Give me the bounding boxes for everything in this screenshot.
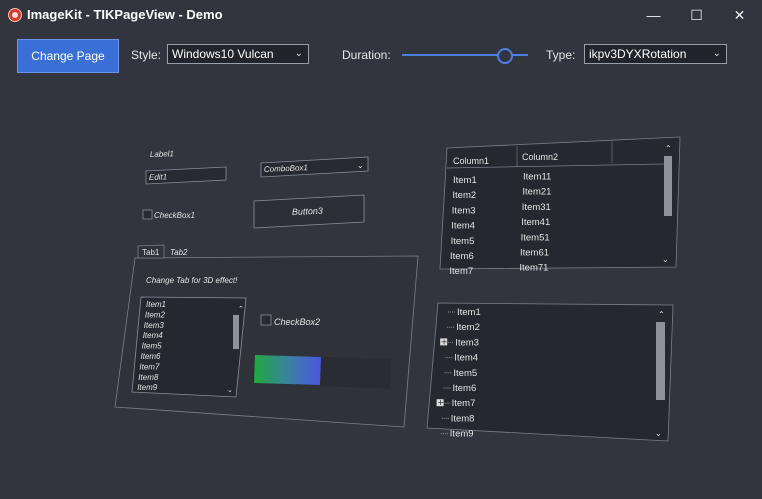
button3-label: Button3 (292, 206, 323, 217)
grid-cell: Item3 (452, 205, 476, 216)
grid-cell: Item6 (450, 251, 474, 262)
grid-cell: Item2 (452, 190, 476, 201)
plus-glyph: + (441, 337, 448, 346)
grid-column-header-1[interactable]: Column1 (453, 156, 489, 166)
listbox-item: Item6 (141, 352, 162, 361)
tree-node-label: Item3 (455, 337, 479, 348)
tree-node-label: Item7 (452, 398, 476, 409)
listbox-item: Item7 (139, 362, 160, 371)
chevron-up-icon[interactable]: ⌃ (658, 310, 665, 319)
checkbox1-box[interactable] (142, 209, 153, 220)
page-view-3d: Label1 Edit1 ComboBox1 ⌄ CheckBox1 Butto… (114, 136, 681, 442)
grid-cell: Item41 (521, 217, 550, 228)
listbox-item: Item3 (144, 321, 165, 330)
plus-glyph: + (437, 398, 444, 407)
grid-cell: Item5 (451, 236, 475, 247)
edit1-value: Edit1 (149, 172, 168, 182)
listbox-item: Item8 (138, 373, 159, 382)
checkbox2-label: CheckBox2 (274, 317, 320, 327)
grid-scrollbar-thumb[interactable] (664, 156, 672, 216)
listbox-item: Item2 (145, 310, 166, 319)
tab-1-label: Tab1 (142, 248, 160, 257)
listbox-item: Item1 (146, 300, 166, 309)
chevron-down-icon[interactable]: ⌄ (662, 255, 669, 264)
chevron-up-icon[interactable]: ⌃ (665, 144, 672, 153)
grid-cell: Item31 (522, 202, 551, 213)
tree-scrollbar-thumb[interactable] (656, 322, 665, 400)
chevron-down-icon[interactable]: ⌄ (227, 387, 233, 394)
grid-cell: Item71 (519, 263, 548, 274)
grid-cell: Item4 (451, 221, 475, 232)
grid-cell: Item11 (523, 172, 551, 183)
tree-node-label: Item5 (453, 368, 477, 379)
tree-node-label: Item4 (454, 353, 478, 364)
chevron-down-icon: ⌄ (357, 161, 364, 170)
chevron-down-icon[interactable]: ⌄ (655, 429, 662, 438)
tree-node-label: Item1 (457, 307, 481, 318)
checkbox1-label: CheckBox1 (154, 211, 195, 220)
listbox-item: Item5 (142, 342, 163, 351)
tree-node-label: Item2 (456, 322, 480, 333)
grid-column-header-2[interactable]: Column2 (522, 152, 558, 162)
combobox1-value: ComboBox1 (264, 163, 308, 174)
grid-cell: Item61 (520, 248, 549, 259)
listbox-scrollbar-thumb[interactable] (233, 315, 239, 349)
tab-hint: Change Tab for 3D effect! (146, 276, 238, 285)
checkbox2-box[interactable] (260, 314, 272, 326)
grid-cell: Item51 (521, 232, 550, 243)
tree-node-label: Item9 (450, 429, 474, 440)
chevron-up-icon[interactable]: ⌃ (238, 305, 244, 313)
tree-node-label: Item8 (451, 413, 475, 424)
progress-bar-fill (254, 355, 321, 385)
listbox-item: Item9 (137, 383, 158, 392)
listbox-item: Item4 (143, 331, 164, 340)
label1: Label1 (150, 149, 174, 159)
grid-cell: Item7 (449, 266, 473, 277)
tree-node-label: Item6 (453, 383, 477, 394)
grid-cell: Item21 (522, 187, 551, 198)
tree-node[interactable]: Item9 (440, 429, 474, 440)
tab-2-label[interactable]: Tab2 (170, 248, 188, 257)
grid-cell: Item1 (453, 175, 477, 186)
